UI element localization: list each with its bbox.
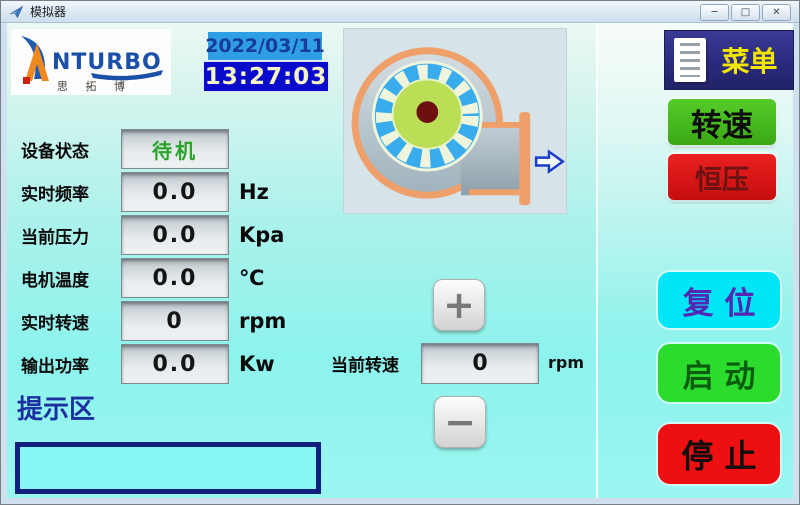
motor-temp-field: 0.0 — [121, 258, 229, 298]
pressure-unit: Kpa — [229, 223, 299, 247]
window-controls: ─ □ ✕ — [700, 4, 791, 21]
blower-illustration — [344, 29, 566, 213]
motor-temp-unit: ℃ — [229, 266, 299, 290]
window-title: 模拟器 — [30, 3, 66, 20]
document-icon — [674, 38, 706, 82]
device-state-field: 待机 — [121, 129, 229, 169]
vertical-divider — [596, 23, 598, 498]
airflow-arrow-icon — [536, 152, 563, 172]
logo-red-mark — [23, 77, 30, 84]
menu-button-label: 菜单 — [706, 40, 793, 80]
maximize-button[interactable]: □ — [731, 4, 760, 21]
frequency-unit: Hz — [229, 180, 299, 204]
prompt-area-title: 提示区 — [17, 389, 95, 426]
stop-button[interactable]: 停 止 — [658, 424, 780, 484]
power-unit: Kw — [229, 352, 299, 376]
rpm-field: 0 — [121, 301, 229, 341]
status-label-frequency: 实时频率 — [21, 180, 121, 205]
brand-logo: NTURBO 思 拓 博 — [11, 29, 171, 95]
client-area: NTURBO 思 拓 博 2022/03/11 13:27:03 — [7, 23, 793, 498]
status-label-pressure: 当前压力 — [21, 223, 121, 248]
prompt-message-box — [15, 442, 321, 494]
anturbo-logo: NTURBO 思 拓 博 — [11, 29, 171, 95]
reset-button[interactable]: 复 位 — [658, 272, 780, 328]
simulator-window: 模拟器 ─ □ ✕ NTURBO 思 拓 博 2022/03/11 13:27:… — [0, 0, 800, 505]
pressure-field: 0.0 — [121, 215, 229, 255]
frequency-field: 0.0 — [121, 172, 229, 212]
current-speed-unit: rpm — [548, 353, 584, 372]
app-icon — [9, 5, 24, 19]
date-display: 2022/03/11 — [208, 32, 322, 60]
status-panel: 设备状态 待机 实时频率 0.0 Hz 当前压力 0.0 Kpa 电机温度 0.… — [21, 129, 299, 384]
status-label-device-state: 设备状态 — [21, 137, 121, 162]
decrease-speed-button[interactable]: − — [434, 396, 486, 448]
increase-speed-button[interactable]: + — [433, 279, 485, 331]
status-label-rpm: 实时转速 — [21, 309, 121, 334]
rpm-unit: rpm — [229, 309, 299, 333]
status-label-power: 输出功率 — [21, 352, 121, 377]
menu-button[interactable]: 菜单 — [664, 30, 794, 90]
close-button[interactable]: ✕ — [762, 4, 791, 21]
time-display: 13:27:03 — [203, 61, 329, 92]
brand-text: NTURBO — [52, 50, 162, 75]
current-speed-label: 当前转速 — [331, 351, 399, 376]
start-button[interactable]: 启 动 — [658, 344, 780, 402]
constant-pressure-mode-button[interactable]: 恒压 — [668, 154, 776, 200]
speed-mode-button[interactable]: 转速 — [668, 99, 776, 145]
status-label-motor-temp: 电机温度 — [21, 266, 121, 291]
minimize-button[interactable]: ─ — [700, 4, 729, 21]
brand-subtitle: 思 拓 博 — [57, 79, 132, 93]
blower-illustration-panel — [343, 28, 567, 214]
current-speed-field[interactable]: 0 — [421, 343, 539, 384]
fan-hub — [416, 101, 438, 123]
title-bar: 模拟器 ─ □ ✕ — [1, 1, 799, 23]
fan-outlet-flange — [519, 112, 530, 205]
power-field: 0.0 — [121, 344, 229, 384]
